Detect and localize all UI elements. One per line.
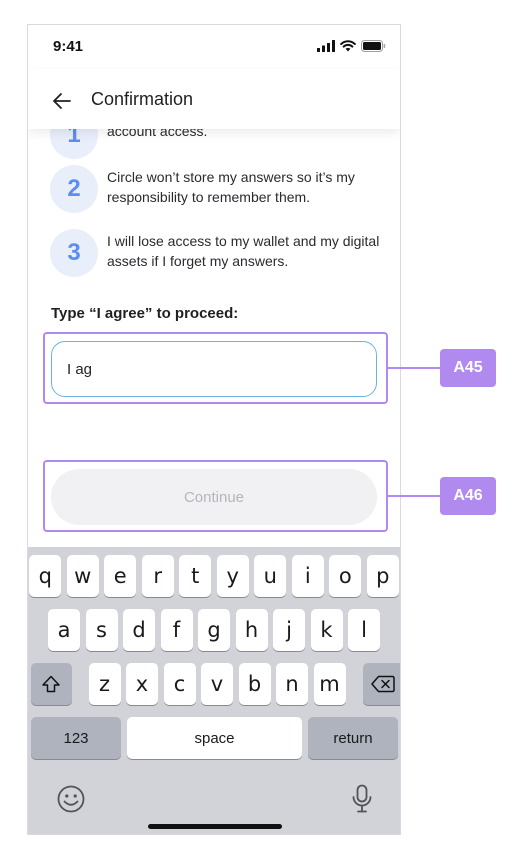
key-x[interactable]: x <box>126 663 158 705</box>
keyboard-row-3: z x c v b n m <box>31 663 400 705</box>
numbers-key[interactable]: 123 <box>31 717 121 759</box>
key-q[interactable]: q <box>29 555 62 597</box>
space-key[interactable]: space <box>127 717 302 759</box>
back-arrow-icon[interactable] <box>50 89 74 113</box>
battery-icon <box>361 40 386 52</box>
key-i[interactable]: i <box>291 555 324 597</box>
wifi-icon <box>340 40 356 52</box>
key-j[interactable]: j <box>273 609 305 651</box>
step-number-badge: 2 <box>50 165 98 213</box>
emoji-icon[interactable] <box>56 784 86 814</box>
key-u[interactable]: u <box>254 555 287 597</box>
phone-screen: 9:41 Confirmation 1 account access. 2 Ci… <box>27 24 401 835</box>
key-b[interactable]: b <box>238 663 271 705</box>
step-item-3: 3 I will lose access to my wallet and my… <box>50 229 380 281</box>
annotation-box-input <box>43 332 388 404</box>
key-v[interactable]: v <box>201 663 233 705</box>
key-g[interactable]: g <box>198 609 230 651</box>
microphone-icon[interactable] <box>350 784 374 814</box>
key-o[interactable]: o <box>329 555 362 597</box>
key-p[interactable]: p <box>366 555 399 597</box>
annotation-box-button <box>43 460 388 532</box>
letter-keys-row-3: z x c v b n m <box>88 663 346 705</box>
agree-prompt-label: Type “I agree” to proceed: <box>51 305 239 322</box>
backspace-icon <box>371 675 395 693</box>
annotation-connector-button <box>388 495 440 497</box>
status-bar: 9:41 <box>28 25 400 69</box>
key-r[interactable]: r <box>141 555 174 597</box>
key-a[interactable]: a <box>48 609 80 651</box>
key-m[interactable]: m <box>313 663 346 705</box>
key-f[interactable]: f <box>160 609 193 651</box>
nav-header: Confirmation <box>28 69 400 129</box>
keyboard-row-2: a s d f g h j k l <box>28 609 400 651</box>
key-h[interactable]: h <box>235 609 268 651</box>
keyboard-bottom-bar <box>28 784 400 834</box>
keyboard-row-1: q w e r t y u i o p <box>28 555 400 597</box>
step-number-badge: 1 <box>50 129 98 159</box>
key-d[interactable]: d <box>123 609 155 651</box>
key-k[interactable]: k <box>310 609 343 651</box>
step-text: I will lose access to my wallet and my d… <box>107 233 380 269</box>
key-w[interactable]: w <box>66 555 99 597</box>
keyboard-row-4: 123 space return <box>31 717 400 759</box>
status-time: 9:41 <box>53 38 84 55</box>
annotation-tag-input: A45 <box>440 349 496 387</box>
key-e[interactable]: e <box>104 555 137 597</box>
annotation-tag-button: A46 <box>440 477 496 515</box>
step-text: Circle won’t store my answers so it’s my… <box>107 169 355 205</box>
key-l[interactable]: l <box>348 609 380 651</box>
step-text: account access. <box>107 129 208 139</box>
page-title: Confirmation <box>91 89 194 109</box>
shift-key[interactable] <box>31 663 72 705</box>
key-y[interactable]: y <box>216 555 249 597</box>
key-c[interactable]: c <box>163 663 196 705</box>
return-key[interactable]: return <box>308 717 398 759</box>
key-n[interactable]: n <box>276 663 308 705</box>
status-icons <box>317 40 386 52</box>
key-z[interactable]: z <box>88 663 121 705</box>
step-number-badge: 3 <box>50 229 98 277</box>
backspace-key[interactable] <box>362 663 400 705</box>
step-item-1: 1 account access. <box>50 129 380 163</box>
home-indicator <box>148 824 282 829</box>
key-s[interactable]: s <box>85 609 118 651</box>
signal-icon <box>317 40 335 52</box>
annotation-connector-input <box>388 367 440 369</box>
on-screen-keyboard: q w e r t y u i o p a s d f g h j k l z … <box>28 547 400 834</box>
shift-icon <box>42 675 60 693</box>
step-item-2: 2 Circle won’t store my answers so it’s … <box>50 165 380 217</box>
key-t[interactable]: t <box>179 555 212 597</box>
